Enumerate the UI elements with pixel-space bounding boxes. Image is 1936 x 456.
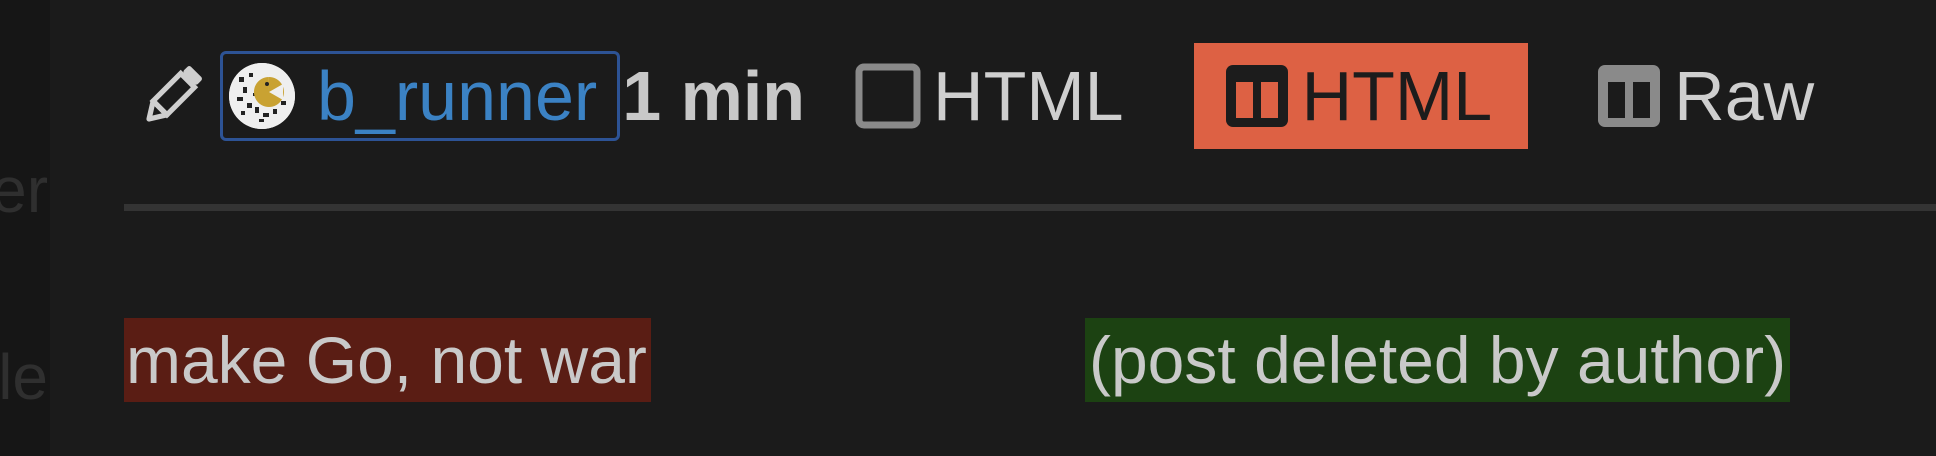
pencil-icon	[130, 54, 214, 138]
divider	[124, 204, 1936, 211]
view-html-button[interactable]: HTML	[855, 43, 1124, 149]
split-view-icon	[1224, 63, 1290, 129]
view-raw-button[interactable]: Raw	[1596, 43, 1814, 149]
square-outline-icon	[855, 63, 921, 129]
split-view-icon	[1596, 63, 1662, 129]
diff-added-text: (post deleted by author)	[1085, 318, 1791, 402]
sidebar-edge: er le	[0, 0, 50, 456]
cut-off-text: er	[0, 154, 48, 226]
cut-off-text: le	[0, 341, 48, 413]
diff-removed-text: make Go, not war	[124, 318, 651, 402]
view-html-label: HTML	[933, 57, 1124, 135]
timestamp: 1 min	[622, 57, 806, 135]
view-html-split-button[interactable]: HTML	[1193, 43, 1529, 149]
username: b_runner	[317, 57, 598, 135]
user-profile-link[interactable]: b_runner	[220, 51, 621, 141]
view-raw-label: Raw	[1674, 57, 1815, 135]
avatar	[229, 63, 295, 129]
view-html-split-label: HTML	[1301, 57, 1493, 135]
revision-header: b_runner 1 min HTML HTML Raw	[130, 38, 1814, 154]
